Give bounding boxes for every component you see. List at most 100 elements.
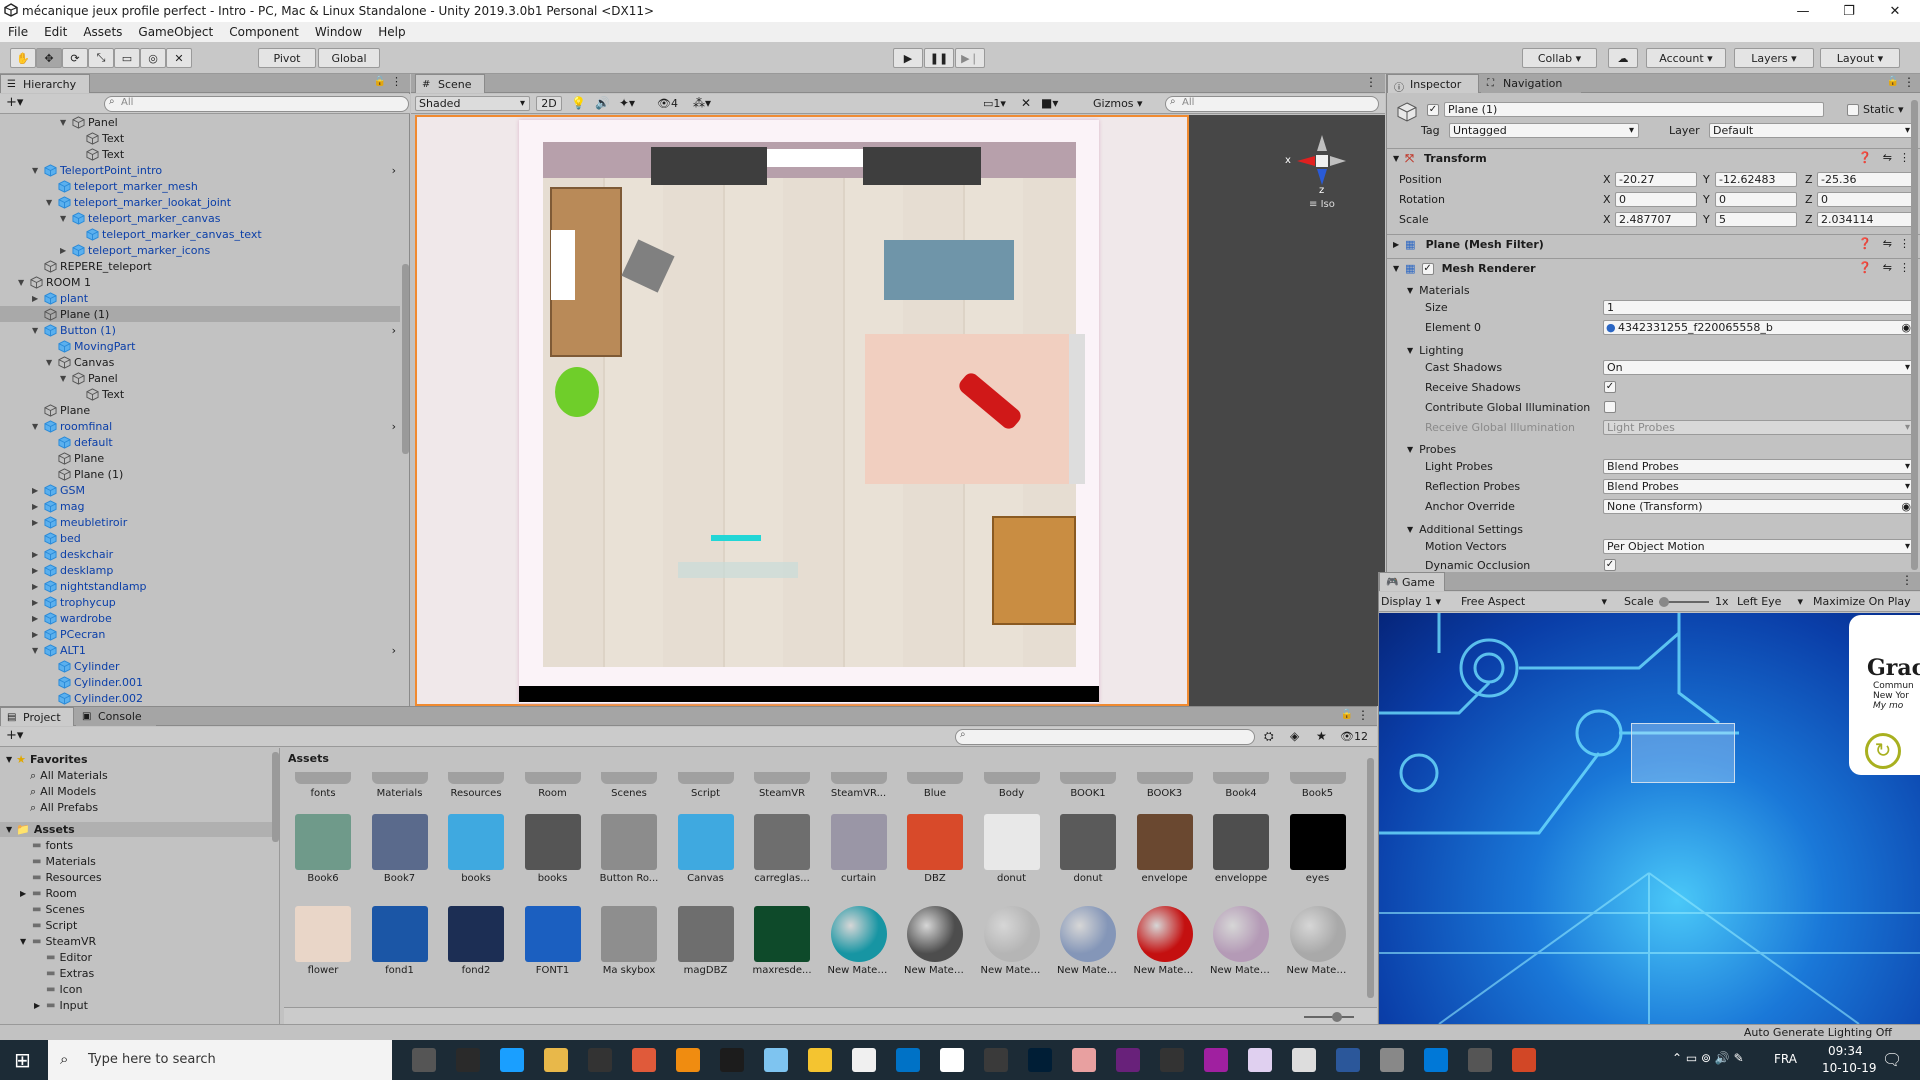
- object-picker-icon[interactable]: ◉: [1901, 500, 1911, 513]
- foldout-arrow-icon[interactable]: ▶: [32, 582, 44, 591]
- asset-item[interactable]: magDBZ: [675, 906, 737, 976]
- foldout-arrow-icon[interactable]: ▼: [46, 198, 58, 207]
- foldout-arrow-icon[interactable]: ▶: [32, 630, 44, 639]
- prefab-open-chevron-icon[interactable]: ›: [392, 164, 396, 177]
- hierarchy-item[interactable]: ▶ nightstandlamp: [0, 578, 400, 594]
- panel-menu-icon[interactable]: ⋮: [1903, 75, 1915, 89]
- contribute-gi-checkbox[interactable]: [1604, 401, 1616, 413]
- asset-item[interactable]: New Mater...: [904, 906, 966, 976]
- foldout-arrow-icon[interactable]: ▼: [60, 118, 72, 127]
- tab-navigation[interactable]: ⛶ Navigation: [1481, 74, 1581, 93]
- scale-y-field[interactable]: 5: [1715, 212, 1797, 227]
- asset-item[interactable]: SteamVR: [751, 772, 813, 799]
- transform-tool-button[interactable]: ◎: [140, 48, 166, 68]
- scene-viewport[interactable]: x z ≡ Iso: [415, 115, 1385, 706]
- folder-tree-scrollbar[interactable]: [272, 752, 279, 842]
- scale-slider[interactable]: [1659, 597, 1709, 607]
- project-folder-item[interactable]: ▼ ▬ SteamVR: [20, 934, 96, 949]
- foldout-arrow-icon[interactable]: ▶: [32, 486, 44, 495]
- asset-item[interactable]: New Mater...: [1287, 906, 1349, 976]
- foldout-arrow-icon[interactable]: ▼: [60, 374, 72, 383]
- layers-dropdown[interactable]: Layers ▾: [1734, 48, 1814, 68]
- position-y-field[interactable]: -12.62483: [1715, 172, 1797, 187]
- asset-item[interactable]: books: [522, 814, 584, 884]
- snipping-icon[interactable]: [808, 1048, 832, 1072]
- asset-item[interactable]: donut: [1057, 814, 1119, 884]
- maximize-button[interactable]: ❐: [1826, 0, 1872, 22]
- create-plus-icon[interactable]: +▾: [6, 95, 23, 110]
- project-folder-item[interactable]: ▬ fonts: [20, 838, 73, 853]
- assets-root-folder[interactable]: ▼ 📁 Assets: [0, 822, 272, 837]
- asset-item[interactable]: Resources: [445, 772, 507, 799]
- asset-item[interactable]: fond2: [445, 906, 507, 976]
- asset-item[interactable]: maxresde...: [751, 906, 813, 976]
- asset-item[interactable]: BOOK3: [1134, 772, 1196, 799]
- tab-game[interactable]: 🎮 Game: [1379, 572, 1445, 591]
- aspect-dropdown[interactable]: Free Aspect ▾: [1461, 595, 1611, 608]
- favorite-all-materials[interactable]: ⌕ All Materials: [30, 768, 108, 783]
- windows-start-icon[interactable]: ⊞: [14, 1048, 31, 1072]
- asset-item[interactable]: New Mater...: [1134, 906, 1196, 976]
- taskbar-search-box[interactable]: ⌕ Type here to search: [48, 1040, 392, 1080]
- app-icon[interactable]: [1512, 1048, 1536, 1072]
- tab-inspector[interactable]: ⓘ Inspector: [1387, 74, 1479, 94]
- asset-item[interactable]: enveloppe: [1210, 814, 1272, 884]
- maximize-on-play-toggle[interactable]: Maximize On Play: [1813, 595, 1911, 608]
- asset-item[interactable]: books: [445, 814, 507, 884]
- scale-slider-thumb[interactable]: [1659, 597, 1669, 607]
- hierarchy-item[interactable]: ▶ mag: [0, 498, 400, 514]
- filter-type-icon[interactable]: ⛭: [1264, 729, 1274, 744]
- project-search-input[interactable]: [955, 729, 1255, 745]
- tab-project[interactable]: ▤ Project: [0, 707, 74, 726]
- nvidia-icon[interactable]: [676, 1048, 700, 1072]
- static-dropdown[interactable]: Static ▾: [1863, 103, 1903, 116]
- hierarchy-item[interactable]: ▶ trophycup: [0, 594, 400, 610]
- rotate-tool-button[interactable]: ⟳: [62, 48, 88, 68]
- hierarchy-item[interactable]: ▼ teleport_marker_lookat_joint: [0, 194, 400, 210]
- foldout-arrow-icon[interactable]: ▼: [32, 422, 44, 431]
- game-viewport[interactable]: Grac Commun New Yor My mo ↻: [1379, 613, 1920, 1024]
- hierarchy-item[interactable]: ▼ roomfinal ›: [0, 418, 400, 434]
- visual-studio-icon[interactable]: [1072, 1048, 1096, 1072]
- lock-icon[interactable]: 🔒: [1887, 76, 1899, 87]
- powerpoint-icon[interactable]: [1468, 1048, 1492, 1072]
- materials-foldout[interactable]: ▼ Materials: [1407, 282, 1470, 298]
- rotation-x-field[interactable]: 0: [1615, 192, 1697, 207]
- vr-icon[interactable]: [1160, 1048, 1184, 1072]
- dynamic-occlusion-checkbox[interactable]: ✓: [1604, 559, 1616, 571]
- sublime-icon[interactable]: [632, 1048, 656, 1072]
- asset-item[interactable]: Scenes: [598, 772, 660, 799]
- outlook-icon[interactable]: [852, 1048, 876, 1072]
- audio-toggle-icon[interactable]: 🔊: [595, 96, 610, 110]
- breadcrumb[interactable]: Assets: [288, 752, 329, 765]
- hierarchy-item[interactable]: bed: [0, 530, 400, 546]
- menu-file[interactable]: File: [0, 25, 36, 39]
- asset-item[interactable]: Script: [675, 772, 737, 799]
- global-button[interactable]: Global: [318, 48, 380, 68]
- foldout-arrow-icon[interactable]: ▼: [60, 214, 72, 223]
- restart-icon[interactable]: ↻: [1865, 733, 1901, 769]
- hierarchy-item[interactable]: teleport_marker_canvas_text: [0, 226, 400, 242]
- hand-tool-button[interactable]: ✋: [10, 48, 36, 68]
- filter-label-icon[interactable]: ◈: [1290, 729, 1299, 743]
- mesh-renderer-header[interactable]: ▼ ▦ ✓ Mesh Renderer: [1387, 258, 1920, 278]
- clock-date[interactable]: 10-10-19: [1822, 1061, 1876, 1075]
- lock-icon[interactable]: 🔒: [1341, 709, 1353, 720]
- position-z-field[interactable]: -25.36: [1817, 172, 1915, 187]
- icon-size-slider-thumb[interactable]: [1332, 1012, 1342, 1022]
- menu-help[interactable]: Help: [370, 25, 413, 39]
- asset-item[interactable]: Materials: [369, 772, 431, 799]
- asset-grid-scrollbar[interactable]: [1367, 758, 1374, 998]
- hidden-objects-count[interactable]: 👁4: [657, 97, 678, 110]
- component-menu-icon[interactable]: ⋮: [1899, 261, 1910, 274]
- asset-item[interactable]: Book6: [292, 814, 354, 884]
- help-icon[interactable]: ❓: [1858, 151, 1872, 164]
- project-folder-item[interactable]: ▶ ▬ Input: [34, 998, 88, 1013]
- tab-scene[interactable]: # Scene: [415, 74, 485, 93]
- favorite-all-models[interactable]: ⌕ All Models: [30, 784, 96, 799]
- orientation-gizmo[interactable]: x z ≡ Iso: [1283, 127, 1363, 217]
- custom-tool-button[interactable]: ✕: [166, 48, 192, 68]
- asset-item[interactable]: Ma skybox: [598, 906, 660, 976]
- light-probes-dropdown[interactable]: Blend Probes: [1603, 459, 1915, 474]
- hidden-packages-count[interactable]: 👁12: [1340, 730, 1368, 743]
